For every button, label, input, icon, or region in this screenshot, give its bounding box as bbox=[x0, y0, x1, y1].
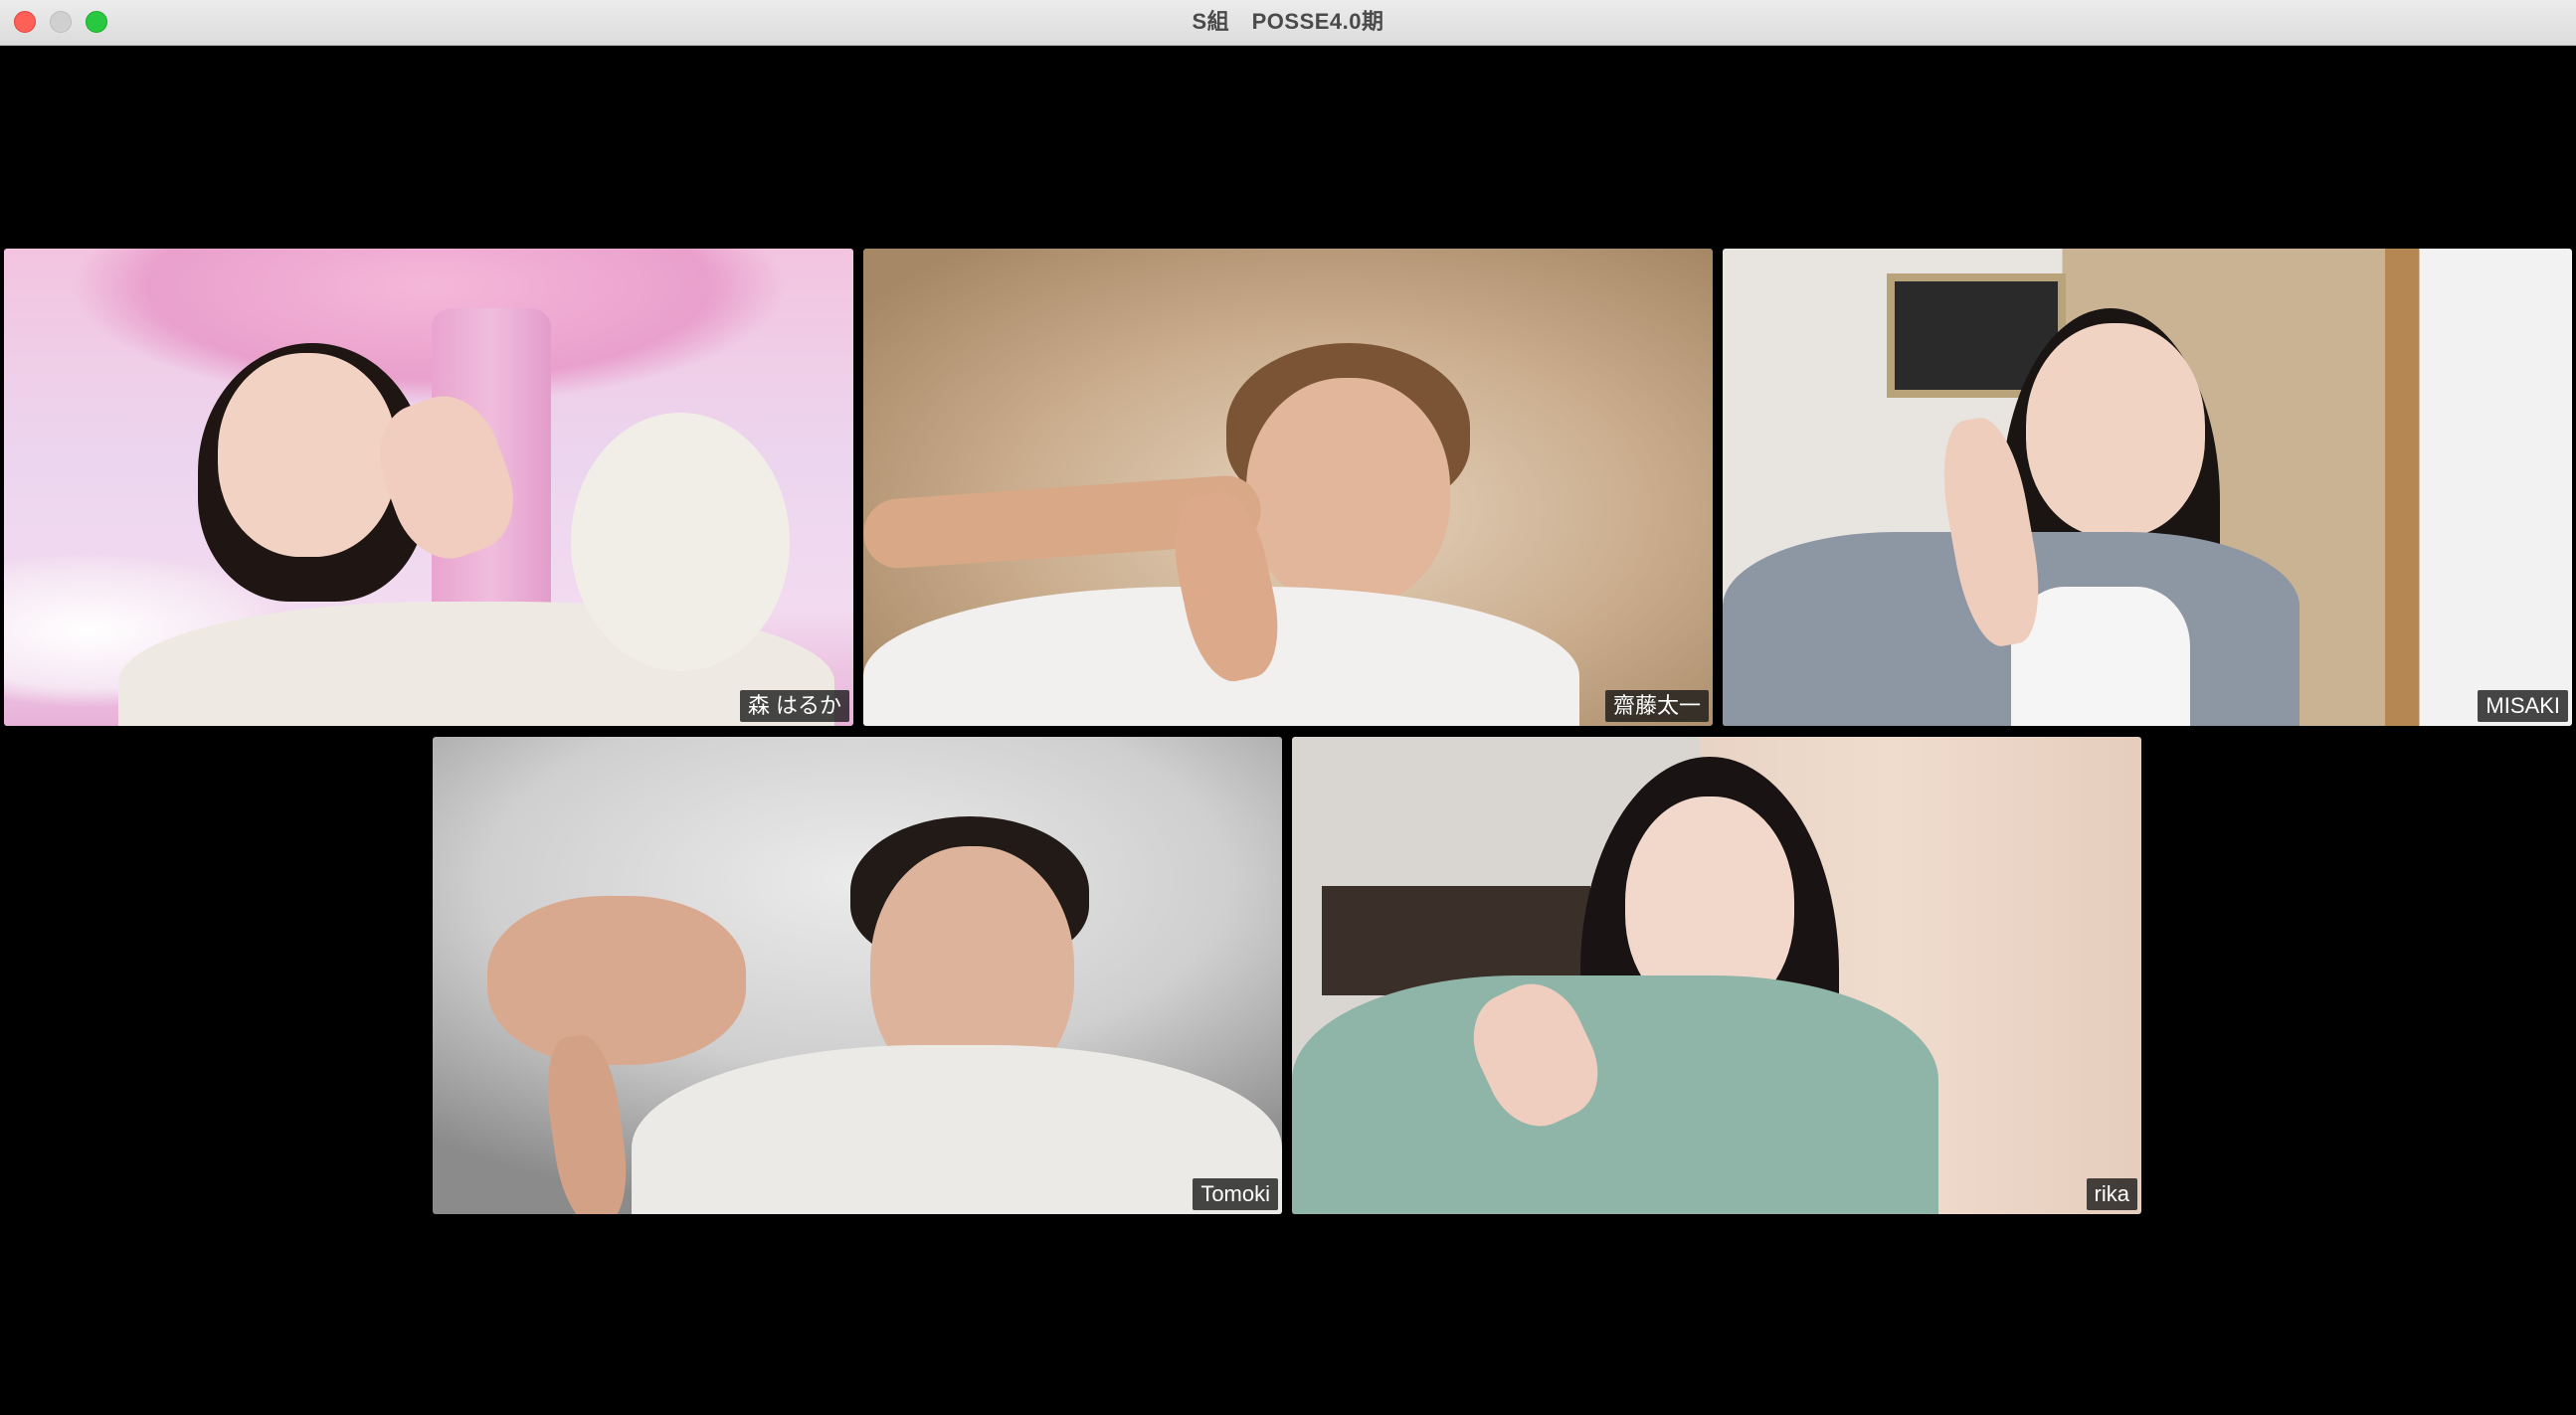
camera-feed bbox=[863, 249, 1713, 726]
camera-feed bbox=[433, 737, 1282, 1214]
meeting-window: S組 POSSE4.0期 森 はるか 齋藤太一 MISAKI Tomoki ri… bbox=[0, 0, 2576, 1415]
virtual-background bbox=[4, 249, 853, 726]
video-tile-mori[interactable]: 森 はるか bbox=[4, 249, 853, 726]
participant-name-tag: Tomoki bbox=[1193, 1178, 1278, 1210]
title-bar[interactable]: S組 POSSE4.0期 bbox=[0, 0, 2576, 46]
video-tile-misaki[interactable]: MISAKI bbox=[1723, 249, 2572, 726]
window-title: S組 POSSE4.0期 bbox=[1192, 9, 1384, 34]
video-tile-tomoki[interactable]: Tomoki bbox=[433, 737, 1282, 1214]
camera-feed bbox=[1292, 737, 2141, 1214]
participant-name-tag: 齋藤太一 bbox=[1604, 690, 1709, 722]
participant-name-tag: MISAKI bbox=[2478, 690, 2568, 722]
video-tile-saito[interactable]: 齋藤太一 bbox=[863, 249, 1713, 726]
video-tile-rika[interactable]: rika bbox=[1292, 737, 2141, 1214]
participant-name-tag: 森 はるか bbox=[739, 690, 849, 722]
participant-name-tag: rika bbox=[2086, 1178, 2137, 1210]
camera-feed bbox=[1723, 249, 2572, 726]
